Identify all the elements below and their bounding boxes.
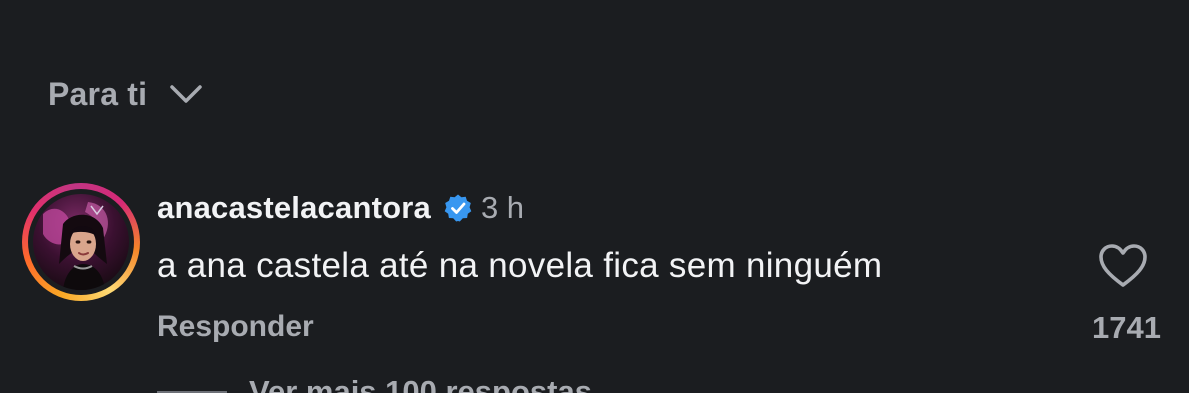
- comment: anacastelacantora 3 h a ana castela até …: [157, 188, 1167, 288]
- sort-label: Para ti: [48, 76, 148, 112]
- sort-dropdown[interactable]: Para ti: [48, 72, 203, 116]
- verified-badge-icon: [444, 194, 472, 222]
- comment-text: a ana castela até na novela fica sem nin…: [157, 246, 883, 285]
- comments-panel: Para ti anacastelacantora 3 h a ana cast…: [0, 0, 1189, 393]
- comment-header: anacastelacantora 3 h: [157, 188, 1167, 228]
- heart-icon[interactable]: [1098, 243, 1148, 289]
- avatar: [33, 194, 129, 290]
- view-replies-button[interactable]: Ver mais 100 respostas: [157, 374, 592, 393]
- like-count: 1741: [1092, 310, 1161, 345]
- avatar-story-ring[interactable]: [22, 183, 140, 301]
- username[interactable]: anacastelacantora: [157, 190, 431, 226]
- comment-timestamp: 3 h: [480, 190, 525, 225]
- chevron-down-icon: [170, 85, 202, 103]
- reply-button[interactable]: Responder: [157, 310, 314, 344]
- avatar-image: [43, 202, 108, 290]
- view-replies-label: Ver mais 100 respostas: [249, 374, 592, 393]
